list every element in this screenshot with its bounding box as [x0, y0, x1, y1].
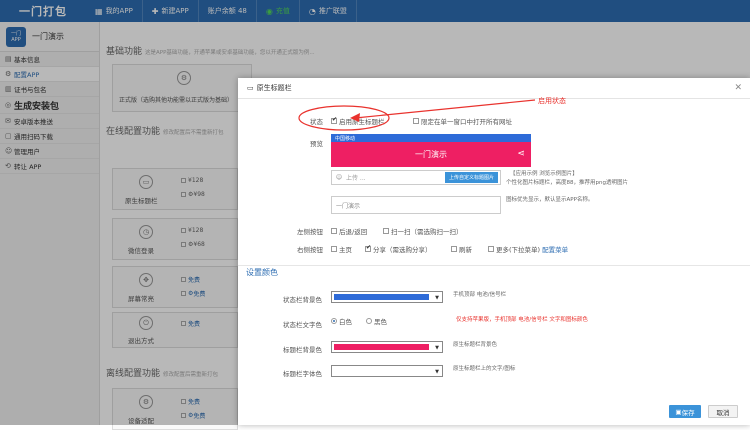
status-bg-swatch [334, 294, 429, 300]
status-text-white-option[interactable]: 白色 [331, 316, 352, 326]
right-option-more[interactable]: 更多(下拉菜单) 配置菜单 [488, 244, 568, 254]
save-button[interactable]: ▣ 保存 [669, 405, 701, 418]
preview-label: 预览 [310, 140, 323, 148]
left-option-scan[interactable]: 扫一扫（需选购扫一扫） [383, 226, 463, 236]
example-links[interactable]: 【应用示例 浏览示例图片】 [510, 170, 578, 179]
right-more-checkbox[interactable] [488, 246, 494, 252]
caret-down-icon: ▼ [435, 345, 439, 351]
right-refresh-checkbox[interactable] [451, 246, 457, 252]
title-bg-hint: 原生标题栏背景色 [453, 342, 498, 348]
title-text-color-picker[interactable]: ▼ [331, 365, 443, 377]
image-hint: 个性化图片标题栏，高度88，推荐用png透明图片 [506, 180, 628, 186]
title-text-color-label: 标题栏字体色 [283, 370, 322, 378]
window-icon: ▭ [247, 84, 254, 92]
upload-button[interactable]: 上传自定义标题图片 [444, 172, 498, 183]
modal-title: 原生标题栏 [256, 84, 292, 92]
enable-titlebar-option[interactable]: 启用原生标题栏 [331, 116, 385, 126]
status-text-black-option[interactable]: 黑色 [366, 316, 387, 326]
status-label: 状态 [310, 118, 323, 126]
caret-down-icon: ▼ [435, 369, 439, 375]
close-icon[interactable]: ✕ [734, 83, 742, 93]
titlebar-modal: ▭原生标题栏 ✕ 状态 启用原生标题栏 限定在单一窗口中打开所有网址 预览 中国… [238, 78, 750, 425]
title-text-input[interactable]: 一门演示 [331, 196, 501, 214]
color-section-title: 设置颜色 [246, 268, 278, 277]
enable-titlebar-checkbox[interactable] [331, 116, 337, 124]
share-icon: ⋖ [517, 149, 525, 159]
title-bg-color-picker[interactable]: ▼ [331, 341, 443, 353]
right-button-label: 右侧按钮 [297, 246, 323, 254]
status-text-label: 状态栏文字色 [283, 321, 322, 329]
titlebar-preview: 中国移动 一门演示 ⋖ [331, 134, 531, 167]
left-option-back[interactable]: 后退/返回 [331, 226, 367, 236]
status-text-hint: 仅支持苹果版，手机顶部 电池/信号栏 文字和图标颜色 [456, 317, 588, 323]
title-text-swatch [334, 368, 429, 374]
right-option-refresh[interactable]: 刷新 [451, 244, 472, 254]
upload-field[interactable]: ☺ 上传 ... 上传自定义标题图片 [331, 170, 501, 185]
left-scan-checkbox[interactable] [383, 228, 389, 234]
divider [238, 265, 750, 266]
cancel-button[interactable]: 取消 [708, 405, 738, 418]
title-bg-label: 标题栏背景色 [283, 346, 322, 354]
right-option-home[interactable]: 主页 [331, 244, 352, 254]
status-bg-color-picker[interactable]: ▼ [331, 291, 443, 303]
title-hint: 图标优先显示，默认显示APP名称。 [506, 197, 594, 203]
modal-header: ▭ 原生标题栏 [238, 78, 750, 99]
preview-status-bar: 中国移动 [331, 134, 531, 142]
status-bg-hint: 手机顶部 电池/信号栏 [453, 292, 507, 298]
annotation-text: 启用状态 [538, 97, 566, 105]
left-button-label: 左侧按钮 [297, 228, 323, 236]
status-text-black-radio[interactable] [366, 318, 372, 324]
status-bg-label: 状态栏背景色 [283, 296, 322, 304]
right-share-checkbox[interactable] [365, 244, 371, 252]
right-home-checkbox[interactable] [331, 246, 337, 252]
title-text-hint: 原生标题栏上的文字/图标 [453, 366, 516, 372]
upload-placeholder: 上传 ... [346, 175, 366, 182]
config-menu-link[interactable]: 配置菜单 [542, 244, 568, 254]
status-text-white-radio[interactable] [331, 318, 337, 324]
title-bg-swatch [334, 344, 429, 350]
single-window-option[interactable]: 限定在单一窗口中打开所有网址 [413, 116, 512, 126]
preview-title-bar: 一门演示 ⋖ [331, 142, 531, 167]
single-window-checkbox[interactable] [413, 118, 419, 124]
caret-down-icon: ▼ [435, 295, 439, 301]
left-back-checkbox[interactable] [331, 228, 337, 234]
right-option-share[interactable]: 分享（需选购分享） [365, 244, 432, 254]
user-icon: ☺ [335, 174, 343, 181]
